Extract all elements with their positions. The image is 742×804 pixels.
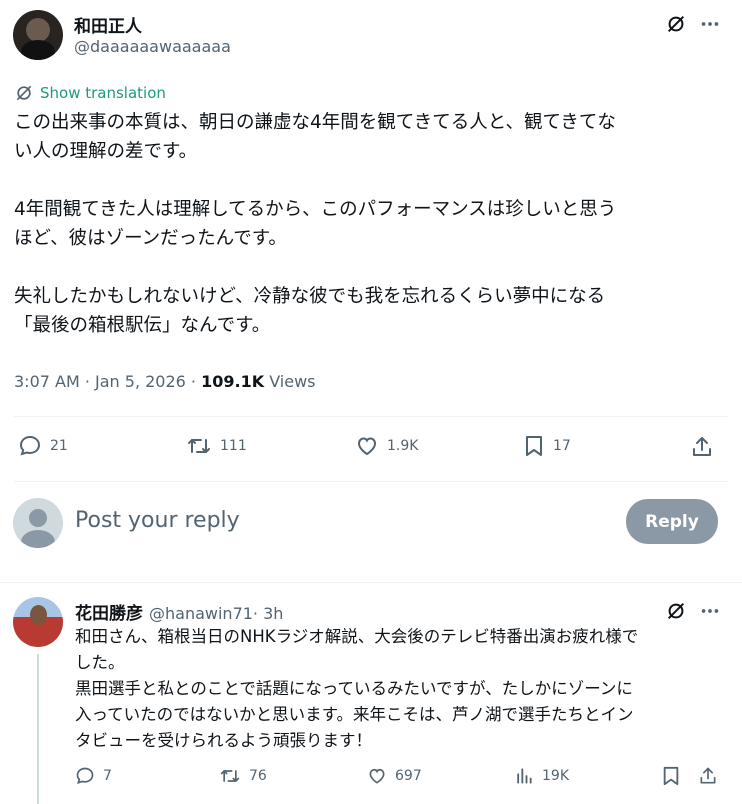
author-avatar[interactable] [13, 10, 63, 60]
divider [14, 481, 728, 482]
translate-icon [14, 83, 34, 103]
reply-count: 21 [50, 438, 68, 454]
reply-input[interactable]: Post your reply [75, 508, 240, 533]
reply-author-name[interactable]: 花田勝彦 [75, 599, 143, 624]
views-label: Views [264, 372, 316, 391]
reply-body: 和田さん、箱根当日のNHKラジオ解説、大会後のテレビ特番出演お疲れ様で した。 … [75, 627, 639, 750]
reply-icon [18, 434, 42, 458]
thread-line [37, 654, 39, 804]
bookmark-icon [523, 434, 545, 458]
grok-icon[interactable] [662, 597, 690, 625]
user-avatar [13, 498, 63, 548]
reply-author-avatar[interactable] [13, 597, 63, 647]
divider [0, 582, 742, 583]
repost-action[interactable]: 76 [219, 766, 267, 786]
reply-action[interactable]: 21 [18, 434, 68, 458]
reply-header: 花田勝彦 @hanawin71 · 3h [75, 599, 283, 624]
reply-time[interactable]: · 3h [253, 604, 284, 623]
paragraph: この出来事の本質は、朝日の謙虚な4年間を観てきてる人と、観てきてな い人の理解の… [14, 112, 616, 162]
like-action[interactable]: 1.9K [355, 434, 418, 458]
repost-count: 76 [249, 768, 267, 784]
reply-action[interactable]: 7 [75, 766, 112, 786]
reply-button[interactable]: Reply [626, 499, 718, 544]
reply-count: 7 [103, 768, 112, 784]
more-icon[interactable] [696, 10, 724, 38]
grok-icon[interactable] [662, 10, 690, 38]
post-meta: 3:07 AM · Jan 5, 2026 · 109.1K Views [14, 372, 316, 391]
post-body: この出来事の本質は、朝日の謙虚な4年間を観てきてる人と、観てきてな い人の理解の… [14, 108, 734, 340]
heart-icon [355, 434, 379, 458]
repost-icon [219, 766, 241, 786]
views-icon [514, 766, 534, 786]
bookmark-icon[interactable] [660, 765, 682, 787]
divider [14, 416, 728, 417]
like-count: 697 [395, 768, 422, 784]
paragraph: 4年間観てきた人は理解してるから、このパフォーマンスは珍しいと思う ほど、彼はゾ… [14, 199, 617, 249]
reply-icon [75, 766, 95, 786]
views-count: 19K [542, 768, 569, 784]
like-action[interactable]: 697 [367, 766, 422, 786]
bookmark-count: 17 [553, 438, 571, 454]
bookmark-action[interactable]: 17 [523, 434, 571, 458]
repost-icon [186, 434, 212, 458]
reply-author-handle[interactable]: @hanawin71 [149, 604, 253, 623]
repost-count: 111 [220, 438, 247, 454]
author-name[interactable]: 和田正人 [74, 12, 142, 37]
share-icon[interactable] [697, 765, 719, 787]
timestamp[interactable]: 3:07 AM · Jan 5, 2026 · [14, 372, 201, 391]
like-count: 1.9K [387, 438, 419, 454]
show-translation-label[interactable]: Show translation [40, 84, 166, 102]
heart-icon [367, 766, 387, 786]
share-icon[interactable] [689, 434, 715, 460]
paragraph: 失礼したかもしれないけど、冷静な彼でも我を忘れるくらい夢中になる 「最後の箱根駅… [14, 286, 606, 336]
views-count: 109.1K [201, 372, 265, 391]
more-icon[interactable] [696, 597, 724, 625]
views-action[interactable]: 19K [514, 766, 569, 786]
author-handle[interactable]: @daaaaaawaaaaaa [74, 37, 231, 56]
show-translation[interactable]: Show translation [14, 83, 166, 103]
repost-action[interactable]: 111 [186, 434, 247, 458]
